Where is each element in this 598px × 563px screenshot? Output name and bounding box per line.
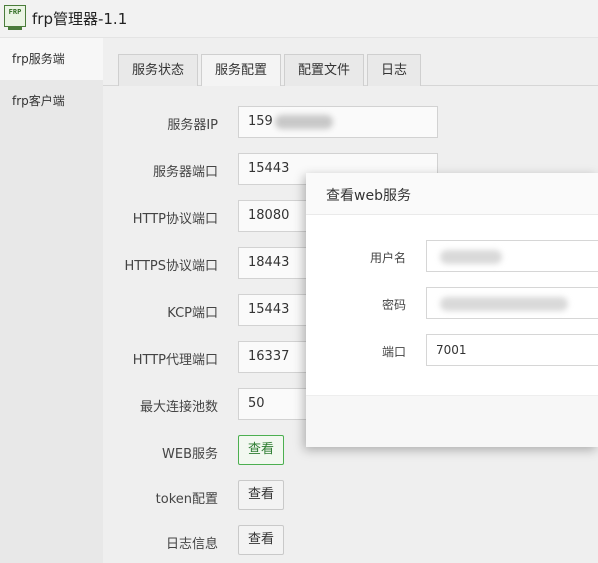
kcp-port-value: 15443 [248,302,290,317]
title-bar: FRP frp管理器-1.1 [0,0,598,38]
redacted-blur [274,114,333,129]
password-label: 密码 [381,298,406,312]
server-ip-label: 服务器IP [167,118,218,133]
tab-log[interactable]: 日志 [367,54,421,86]
logo-base [8,27,22,30]
password-field[interactable] [426,287,598,319]
http-port-label: HTTP协议端口 [132,212,218,227]
username-label: 用户名 [369,251,406,265]
dialog-title: 查看web服务 [326,188,411,204]
server-port-label: 服务器端口 [152,165,218,180]
dialog-header: 查看web服务 [306,173,598,215]
port-value: 7001 [436,343,467,357]
sidebar-item-label: frp客户端 [12,94,65,108]
http-proxy-port-value: 16337 [248,349,290,364]
log-info-label: 日志信息 [165,537,218,552]
kcp-port-label: KCP端口 [167,306,218,321]
log-info-view-button[interactable]: 查看 [238,525,284,555]
tab-service-config[interactable]: 服务配置 [201,54,281,86]
max-pool-label: 最大连接池数 [139,400,218,415]
server-ip-field[interactable]: 159 [238,106,438,138]
redacted-blur [440,296,568,311]
server-port-value: 15443 [248,161,290,176]
token-config-view-button[interactable]: 查看 [238,480,284,510]
http-port-value: 18080 [248,208,290,223]
frp-logo-icon: FRP [4,5,26,30]
token-config-label: token配置 [155,492,218,507]
username-field[interactable] [426,240,598,272]
port-field[interactable]: 7001 [426,334,598,366]
https-port-value: 18443 [248,255,290,270]
sidebar-item-frp-client[interactable]: frp客户端 [0,80,103,122]
max-pool-value: 50 [248,396,265,411]
redacted-blur [440,249,502,264]
port-label: 端口 [381,345,406,359]
server-ip-value: 159 [248,114,273,129]
tab-service-status[interactable]: 服务状态 [118,54,198,86]
sidebar-item-label: frp服务端 [12,52,65,66]
window-title: frp管理器-1.1 [32,10,128,28]
web-service-label: WEB服务 [162,447,218,462]
https-port-label: HTTPS协议端口 [124,259,218,274]
http-proxy-port-label: HTTP代理端口 [132,353,218,368]
dialog-footer [306,395,598,447]
sidebar: frp服务端 frp客户端 [0,38,103,563]
tab-config-file[interactable]: 配置文件 [284,54,364,86]
sidebar-item-frp-server[interactable]: frp服务端 [0,38,103,80]
web-service-view-button[interactable]: 查看 [238,435,284,465]
logo-text: FRP [8,8,22,16]
